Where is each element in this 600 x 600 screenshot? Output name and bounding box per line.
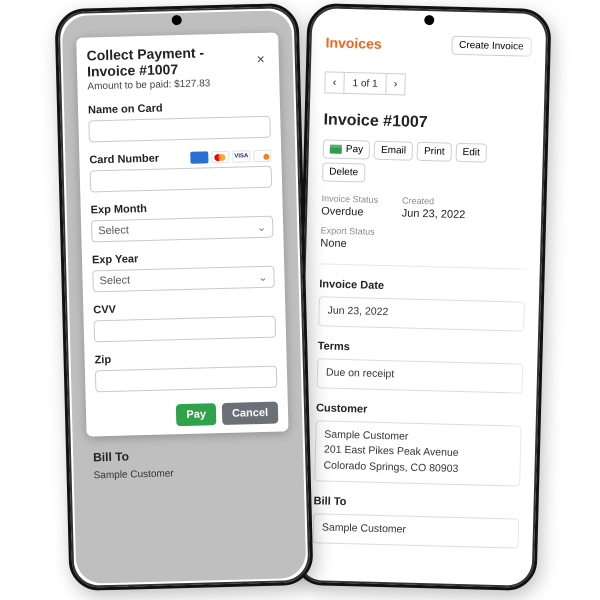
backdrop-content: Bill To Sample Customer: [85, 431, 292, 483]
modal-title: Collect Payment - Invoice #1007: [86, 43, 253, 79]
chevron-down-icon: ⌄: [257, 220, 267, 233]
email-action-button[interactable]: Email: [374, 141, 413, 161]
visa-icon: VISA: [232, 150, 250, 162]
customer-box: Sample Customer 201 East Pikes Peak Aven…: [314, 420, 522, 487]
pay-action-label: Pay: [346, 144, 364, 155]
name-on-card-label: Name on Card: [88, 100, 270, 117]
bill-to-line: Sample Customer: [322, 520, 510, 541]
pager-prev-button[interactable]: ‹: [324, 71, 345, 94]
zip-input[interactable]: [95, 366, 278, 393]
cancel-button[interactable]: Cancel: [222, 402, 279, 425]
delete-action-button[interactable]: Delete: [322, 162, 365, 182]
invoice-status-value: Overdue: [321, 205, 378, 218]
invoice-actions: Pay Email Print Edit Delete: [322, 139, 529, 186]
phone-right-screen: Invoices Create Invoice ‹ 1 of 1 › Invoi…: [300, 10, 545, 584]
create-invoice-button[interactable]: Create Invoice: [451, 36, 532, 57]
card-icon: [330, 145, 342, 154]
mastercard-icon: [211, 151, 229, 163]
created-value: Jun 23, 2022: [402, 207, 466, 221]
exp-year-label: Exp Year: [92, 250, 274, 267]
exp-month-value: Select: [98, 224, 129, 237]
phone-left-screen: Collect Payment - Invoice #1007 × Amount…: [62, 10, 307, 584]
pager-next-button[interactable]: ›: [385, 73, 406, 96]
bill-to-heading: Bill To: [93, 445, 283, 464]
amount-to-be-paid: Amount to be paid: $127.83: [87, 77, 269, 93]
terms-label: Terms: [318, 340, 524, 357]
divider: [320, 263, 526, 269]
pay-button[interactable]: Pay: [176, 403, 216, 426]
exp-month-select[interactable]: Select ⌄: [91, 216, 274, 243]
edit-action-button[interactable]: Edit: [455, 143, 487, 163]
discover-icon: [253, 150, 271, 162]
cvv-input[interactable]: [94, 316, 277, 343]
created-label: Created: [402, 195, 466, 207]
exp-month-label: Exp Month: [91, 200, 273, 217]
cvv-label: CVV: [93, 300, 275, 317]
bill-to-box: Sample Customer: [313, 513, 520, 548]
collect-payment-modal: Collect Payment - Invoice #1007 × Amount…: [76, 32, 288, 436]
invoice-date-value: Jun 23, 2022: [327, 305, 388, 319]
invoice-date-label: Invoice Date: [319, 278, 525, 295]
close-icon[interactable]: ×: [252, 49, 269, 69]
exp-year-select[interactable]: Select ⌄: [92, 266, 275, 293]
page-title: Invoices: [325, 34, 381, 51]
pager-status: 1 of 1: [344, 72, 386, 95]
invoice-date-box: Jun 23, 2022: [318, 296, 525, 331]
pager: ‹ 1 of 1 ›: [324, 71, 531, 98]
phone-right: Invoices Create Invoice ‹ 1 of 1 › Invoi…: [292, 3, 551, 591]
zip-label: Zip: [94, 350, 276, 367]
chevron-down-icon: ⌄: [258, 270, 268, 283]
terms-value: Due on receipt: [326, 366, 395, 380]
exp-year-value: Select: [99, 274, 130, 287]
terms-box: Due on receipt: [317, 358, 524, 393]
bill-to-label: Bill To: [313, 495, 519, 512]
accepted-cards: VISA: [190, 150, 271, 164]
invoice-status-label: Invoice Status: [321, 193, 378, 204]
invoice-title: Invoice #1007: [323, 111, 529, 134]
card-number-input[interactable]: [90, 166, 273, 193]
bill-to-line: Sample Customer: [94, 465, 284, 481]
print-action-button[interactable]: Print: [417, 142, 452, 162]
amex-icon: [190, 151, 208, 163]
card-number-label: Card Number: [89, 153, 159, 167]
customer-label: Customer: [316, 402, 522, 419]
phone-left: Collect Payment - Invoice #1007 × Amount…: [54, 3, 313, 591]
name-on-card-input[interactable]: [88, 116, 271, 143]
pay-action-button[interactable]: Pay: [323, 139, 371, 159]
